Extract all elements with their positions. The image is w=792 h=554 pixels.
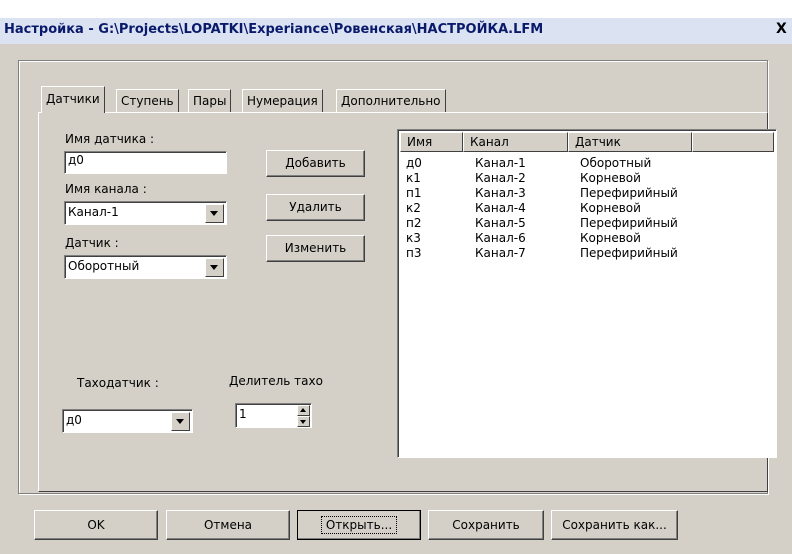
save-as-button[interactable]: Сохранить как... xyxy=(551,510,678,540)
ok-button[interactable]: OK xyxy=(34,510,158,540)
add-button[interactable]: Добавить xyxy=(266,150,365,177)
cell-sensor: Корневой xyxy=(580,201,641,215)
channel-name-label: Имя канала : xyxy=(65,182,147,196)
cell-name: п2 xyxy=(406,216,422,230)
open-button[interactable]: Открыть... xyxy=(297,510,421,540)
spin-up-icon[interactable] xyxy=(297,405,310,416)
spin-down-icon[interactable] xyxy=(297,416,310,427)
close-icon[interactable]: X xyxy=(776,21,787,37)
cell-name: п1 xyxy=(406,186,422,200)
chevron-down-icon[interactable] xyxy=(205,204,224,223)
cell-name: д0 xyxy=(406,156,422,170)
cell-name: к1 xyxy=(406,171,421,185)
cell-channel: Канал-7 xyxy=(475,246,526,260)
tacho-label: Таходатчик : xyxy=(77,376,159,390)
sensor-name-input[interactable]: д0 xyxy=(64,151,227,174)
chevron-down-icon[interactable] xyxy=(205,258,224,277)
tab-additional[interactable]: Дополнительно xyxy=(336,89,446,112)
tab-sensors[interactable]: Датчики xyxy=(41,86,105,113)
sensor-name-label: Имя датчика : xyxy=(65,132,155,146)
column-header-name[interactable]: Имя xyxy=(400,132,463,152)
save-button[interactable]: Сохранить xyxy=(428,510,544,540)
cell-name: к2 xyxy=(406,201,421,215)
window-title: Настройка - G:\Projects\LOPATKI\Experian… xyxy=(4,22,544,37)
tacho-divider-value: 1 xyxy=(239,407,247,421)
chevron-down-icon[interactable] xyxy=(171,412,190,431)
cell-sensor: Перефирийный xyxy=(580,216,678,230)
column-header-sensor[interactable]: Датчик xyxy=(568,132,692,152)
cell-channel: Канал-3 xyxy=(475,186,526,200)
cell-channel: Канал-2 xyxy=(475,171,526,185)
channel-select[interactable]: Канал-1 xyxy=(64,201,227,225)
column-header-empty xyxy=(692,132,774,152)
delete-button[interactable]: Удалить xyxy=(266,194,365,221)
tab-stage[interactable]: Ступень xyxy=(116,89,179,112)
cell-sensor: Перефирийный xyxy=(580,186,678,200)
cell-name: к3 xyxy=(406,231,421,245)
cancel-button[interactable]: Отмена xyxy=(166,510,290,540)
tacho-select[interactable]: д0 xyxy=(62,409,193,433)
cell-channel: Канал-1 xyxy=(475,156,526,170)
cell-sensor: Оборотный xyxy=(580,156,652,170)
sensor-type-value: Оборотный xyxy=(68,259,140,273)
sensor-name-value: д0 xyxy=(68,153,84,167)
tacho-divider-spinner[interactable]: 1 xyxy=(235,403,312,428)
cell-channel: Канал-4 xyxy=(475,201,526,215)
cell-sensor: Перефирийный xyxy=(580,246,678,260)
tacho-value: д0 xyxy=(66,413,82,427)
cell-sensor: Корневой xyxy=(580,231,641,245)
cell-name: п3 xyxy=(406,246,422,260)
column-header-channel[interactable]: Канал xyxy=(463,132,568,152)
open-button-label: Открыть... xyxy=(320,516,398,534)
sensor-list[interactable]: Имя Канал Датчик д0 Канал-1 Оборотный к1… xyxy=(397,129,777,458)
tacho-divider-label: Делитель тахо xyxy=(229,374,323,388)
tab-numbering[interactable]: Нумерация xyxy=(242,89,323,112)
sensor-type-select[interactable]: Оборотный xyxy=(64,255,227,279)
cell-sensor: Корневой xyxy=(580,171,641,185)
cell-channel: Канал-6 xyxy=(475,231,526,245)
sensor-type-label: Датчик : xyxy=(65,236,119,250)
tab-pairs[interactable]: Пары xyxy=(188,89,232,112)
channel-value: Канал-1 xyxy=(68,205,119,219)
change-button[interactable]: Изменить xyxy=(266,235,365,262)
cell-channel: Канал-5 xyxy=(475,216,526,230)
